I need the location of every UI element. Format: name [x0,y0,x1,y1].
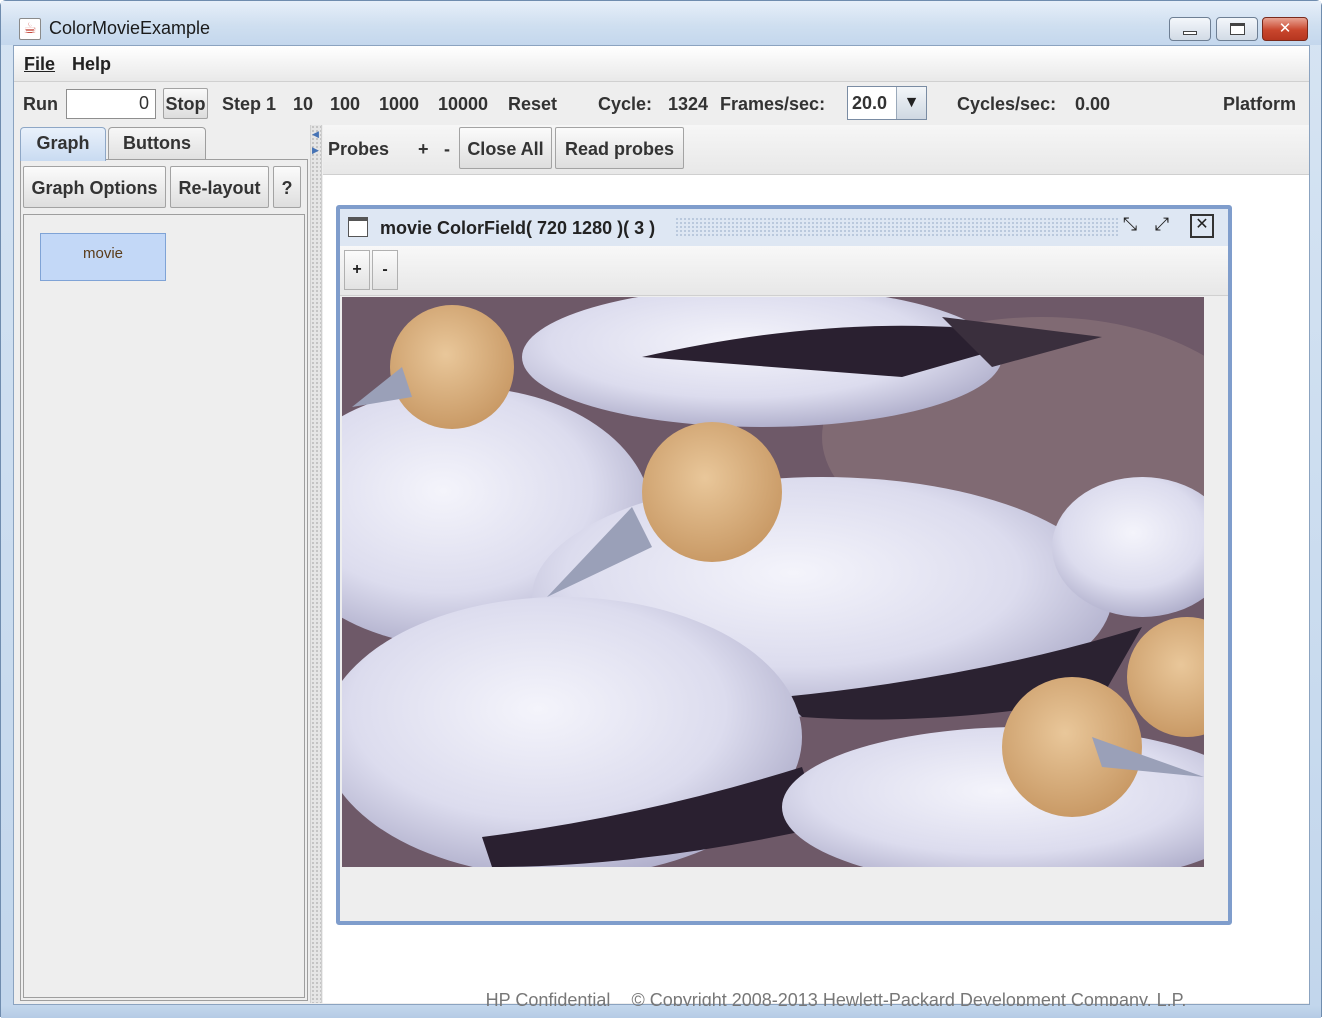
help-button[interactable]: ? [273,166,301,208]
step-10-button[interactable]: 10 [293,94,313,115]
add-probe-button[interactable]: + [418,139,429,160]
tab-graph[interactable]: Graph [20,127,106,161]
menu-bar: File Help [14,46,1309,82]
fps-dropdown[interactable]: 20.0 ▼ [847,86,927,120]
java-cup-icon: ☕ [19,18,41,40]
step-1-button[interactable]: Step 1 [222,94,276,115]
close-icon: ✕ [1278,20,1292,37]
step-1000-button[interactable]: 1000 [379,94,419,115]
graph-options-button[interactable]: Graph Options [23,166,166,208]
probes-toolbar: Probes + - Close All Read probes [323,125,1309,175]
step-10000-button[interactable]: 10000 [438,94,488,115]
remove-probe-button[interactable]: - [444,139,450,160]
title-bar[interactable]: ☕ ColorMovieExample ✕ [1,1,1321,45]
collapse-left-icon[interactable]: ◀ [312,129,319,140]
window-bottom-border [1,1006,1321,1018]
probe-window: movie ColorField( 720 1280 )( 3 ) ⤡ ⤢ ✕ … [336,205,1232,925]
title-bar-grip [675,217,1120,237]
menu-file[interactable]: File [24,54,55,75]
probe-window-toolbar: + - [340,246,1228,296]
expand-right-icon[interactable]: ▶ [312,145,319,156]
platform-button[interactable]: Platform [1223,94,1296,115]
window-title: ColorMovieExample [49,18,211,38]
right-panel: Probes + - Close All Read probes movie C… [323,125,1309,1010]
run-button[interactable]: Run [23,94,58,115]
window-icon [348,217,368,237]
run-count-input[interactable]: 0 [66,89,156,119]
relayout-button[interactable]: Re-layout [170,166,269,208]
minimize-button[interactable] [1169,17,1211,41]
fps-value: 20.0 [852,93,888,113]
gannets-illustration [342,297,1204,867]
probe-window-title: movie ColorField( 720 1280 )( 3 ) [380,218,656,238]
reset-button[interactable]: Reset [508,94,557,115]
tab-buttons[interactable]: Buttons [108,127,206,159]
movie-frame-image [342,297,1204,867]
maximize-icon[interactable]: ⤢ [1150,214,1174,238]
close-icon[interactable]: ✕ [1190,214,1214,238]
menu-help[interactable]: Help [72,54,111,75]
iconify-icon[interactable]: ⤡ [1118,214,1142,238]
close-all-button[interactable]: Close All [459,127,552,169]
maximize-button[interactable] [1216,17,1258,41]
probe-window-title-bar[interactable]: movie ColorField( 720 1280 )( 3 ) ⤡ ⤢ ✕ [340,209,1228,246]
probes-label: Probes [328,139,390,159]
graph-canvas[interactable]: movie [23,214,305,998]
cycles-per-sec-label: Cycles/sec: [957,94,1057,114]
minimize-icon [1183,31,1197,35]
application-window: ☕ ColorMovieExample ✕ File Help Run 0 St… [0,0,1322,1018]
chevron-down-icon[interactable]: ▼ [896,87,926,119]
client-area: File Help Run 0 Stop Step 1 10 100 1000 … [13,45,1310,1010]
close-button[interactable]: ✕ [1262,17,1308,41]
cycle-value: 1324 [668,94,709,114]
graph-node-movie[interactable]: movie [40,233,166,281]
left-panel: Graph Buttons Graph Options Re-layout ? … [16,125,310,1003]
read-probes-button[interactable]: Read probes [555,127,684,169]
run-toolbar: Run 0 Stop Step 1 10 100 1000 10000 Rese… [14,83,1309,123]
split-pane-divider[interactable]: ◀ ▶ [310,125,322,1003]
fps-label: Frames/sec: [720,94,826,114]
step-100-button[interactable]: 100 [330,94,360,115]
cycles-per-sec-value: 0.00 [1075,94,1111,114]
zoom-in-button[interactable]: + [344,250,370,290]
stop-button[interactable]: Stop [163,88,208,119]
graph-tab-body: Graph Options Re-layout ? movie [20,159,308,1001]
cycle-label: Cycle: [598,94,653,114]
maximize-icon [1230,23,1245,35]
zoom-out-button[interactable]: - [372,250,398,290]
